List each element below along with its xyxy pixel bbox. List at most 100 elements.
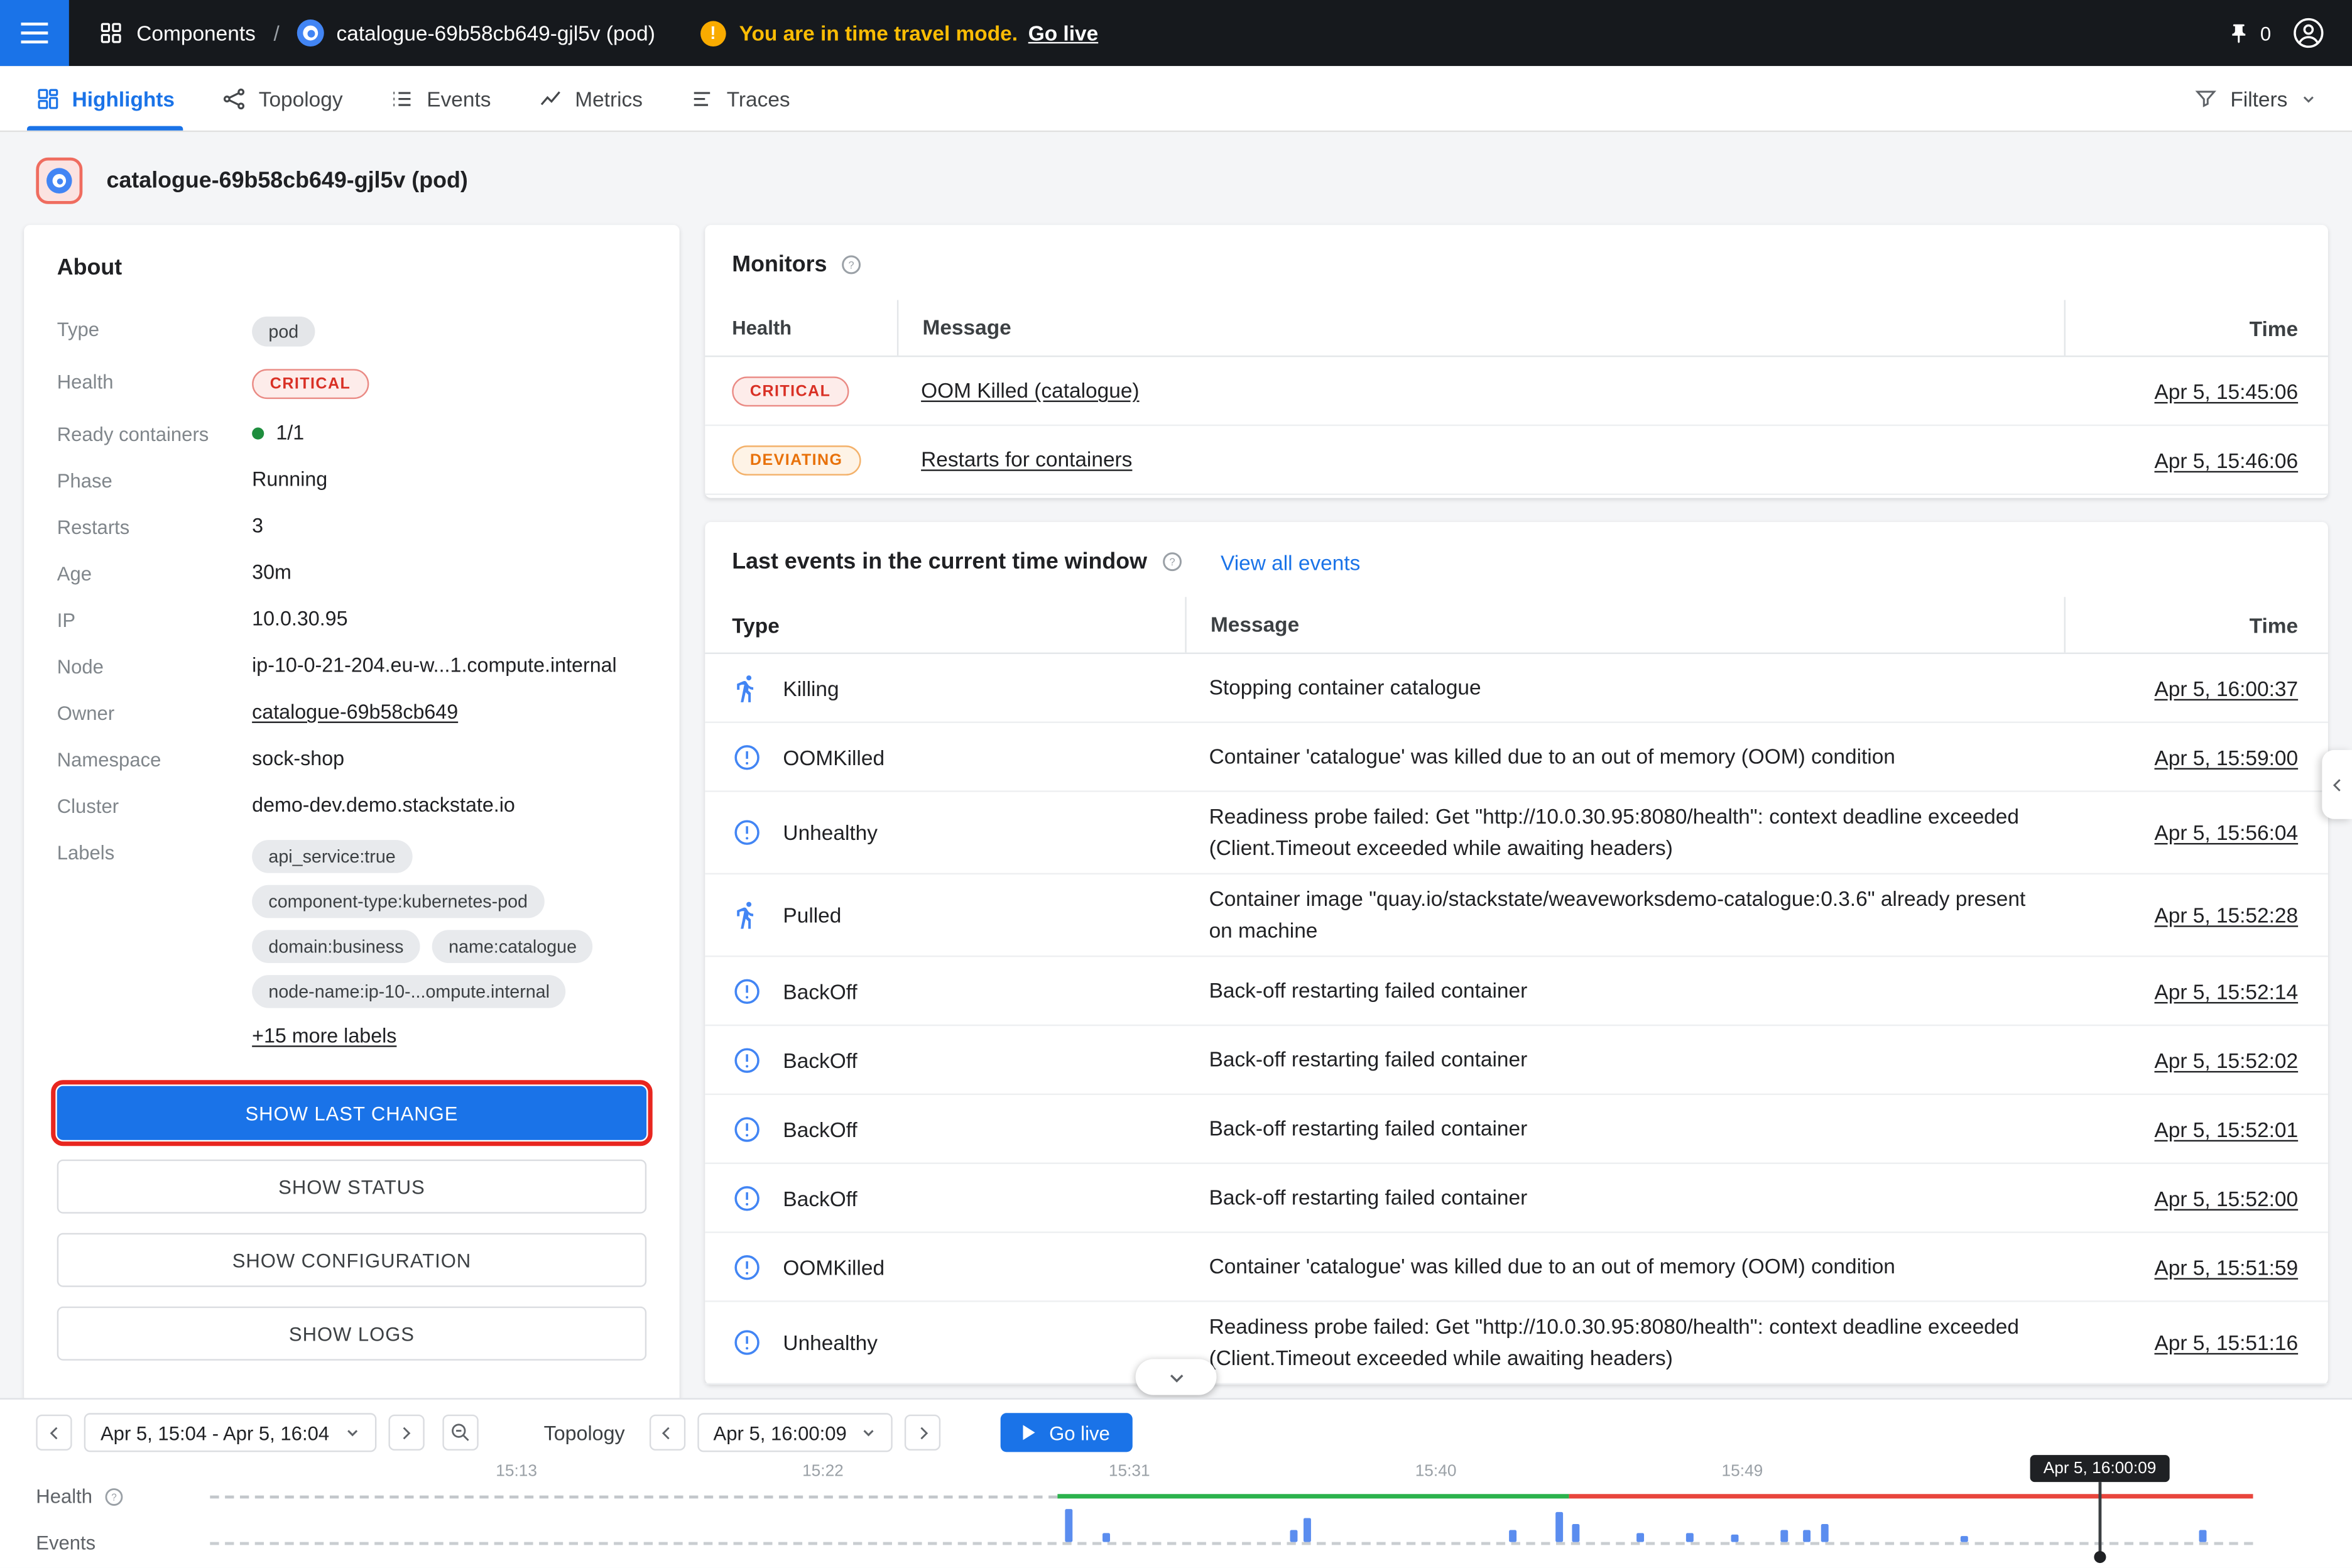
event-type-cell: Unhealthy: [705, 817, 1185, 847]
help-icon[interactable]: ?: [841, 254, 863, 276]
topology-icon: [222, 86, 246, 110]
tab-topology[interactable]: Topology: [199, 66, 367, 131]
event-time-link[interactable]: Apr 5, 15:52:14: [2154, 979, 2298, 1003]
zoom-out-button[interactable]: [442, 1415, 477, 1451]
more-labels-link[interactable]: +15 more labels: [252, 1025, 396, 1047]
monitor-health-cell: DEVIATING: [705, 445, 897, 475]
monitor-time-link[interactable]: Apr 5, 15:45:06: [2154, 379, 2298, 403]
labels-chips: api_service:truecomponent-type:kubernete…: [252, 840, 627, 1008]
event-time-link[interactable]: Apr 5, 15:51:59: [2154, 1255, 2298, 1278]
tab-label: Metrics: [575, 86, 643, 110]
monitors-column-header: Health: [705, 300, 897, 356]
event-time-link[interactable]: Apr 5, 15:52:01: [2154, 1117, 2298, 1141]
field-label: Namespace: [57, 744, 252, 771]
event-bar: [1960, 1536, 1968, 1542]
pod-icon-small: [297, 19, 324, 46]
monitors-column-header: Time: [2064, 300, 2328, 356]
owner-link[interactable]: catalogue-69b58cb649: [252, 700, 458, 723]
alert-icon: [732, 1045, 762, 1075]
health-row-label: Health ?: [36, 1485, 124, 1508]
event-time-link[interactable]: Apr 5, 15:51:16: [2154, 1331, 2298, 1354]
range-next-button[interactable]: [388, 1415, 423, 1451]
events-icon: [391, 86, 415, 110]
event-time-link[interactable]: Apr 5, 15:56:04: [2154, 820, 2298, 844]
about-button-show-logs[interactable]: SHOW LOGS: [57, 1307, 646, 1361]
event-type-cell: OOMKilled: [705, 1252, 1185, 1282]
monitor-message-cell: Restarts for containers: [897, 444, 2064, 476]
help-icon[interactable]: ?: [103, 1486, 124, 1506]
breadcrumb-entity[interactable]: catalogue-69b58cb649-gjl5v (pod): [337, 21, 655, 45]
play-icon: [1024, 1425, 1036, 1440]
alert-icon: [732, 1114, 762, 1144]
avatar[interactable]: [2292, 16, 2326, 50]
tab-events[interactable]: Events: [367, 66, 515, 131]
time-travel-banner: You are in time travel mode. Go live: [700, 20, 1099, 46]
range-prev-button[interactable]: [36, 1415, 72, 1451]
monitor-time-link[interactable]: Apr 5, 15:46:06: [2154, 448, 2298, 472]
tab-traces[interactable]: Traces: [667, 66, 814, 131]
cursor-dot[interactable]: [2094, 1551, 2106, 1563]
topology-time-select[interactable]: Apr 5, 16:00:09: [697, 1413, 893, 1452]
monitor-row: DEVIATING Restarts for containers Apr 5, 1…: [705, 426, 2328, 495]
event-bar: [1290, 1530, 1297, 1542]
label-chip: node-name:ip-10-...ompute.internal: [252, 975, 566, 1008]
event-type-cell: Pulled: [705, 900, 1185, 930]
about-field-row: IP10.0.30.95: [57, 604, 646, 631]
event-bar: [1065, 1509, 1072, 1542]
cards-row: About TypepodHealthCRITICALReady contain…: [0, 225, 2352, 1398]
app: Components / catalogue-69b58cb649-gjl5v …: [0, 0, 2352, 1567]
monitor-message-link[interactable]: OOM Killed (catalogue): [921, 378, 1139, 402]
time-range-select[interactable]: Apr 5, 15:04 - Apr 5, 16:04: [84, 1413, 376, 1452]
help-icon[interactable]: ?: [1160, 550, 1183, 573]
about-button-show-configuration[interactable]: SHOW CONFIGURATION: [57, 1233, 646, 1287]
filters-button[interactable]: Filters: [2194, 66, 2352, 131]
expand-events-button[interactable]: [1136, 1359, 1217, 1395]
tab-metrics[interactable]: Metrics: [515, 66, 667, 131]
tab-label: Highlights: [72, 86, 175, 110]
chevron-down-icon: [2301, 90, 2316, 106]
menu-button[interactable]: [0, 0, 69, 66]
running-icon: [732, 900, 762, 930]
about-button-show-status[interactable]: SHOW STATUS: [57, 1160, 646, 1214]
event-type-label: Unhealthy: [783, 820, 878, 844]
event-bar: [1572, 1524, 1579, 1542]
warning-icon: [700, 20, 726, 46]
axis-tick: 15:40: [1415, 1462, 1457, 1481]
tab-highlights[interactable]: Highlights: [12, 66, 199, 131]
breadcrumb-components[interactable]: Components: [136, 21, 256, 45]
events-rows: KillingStopping container catalogueApr 5…: [705, 654, 2328, 1385]
timeline-controls: Apr 5, 15:04 - Apr 5, 16:04 Topology Apr…: [36, 1413, 1132, 1452]
field-label: Cluster: [57, 790, 252, 817]
event-time-link[interactable]: Apr 5, 15:52:02: [2154, 1048, 2298, 1072]
zoom-out-icon: [449, 1422, 470, 1443]
health-segment-critical: [1569, 1494, 2253, 1498]
event-message: Container 'catalogue' was killed due to …: [1185, 1251, 2064, 1282]
view-all-events-link[interactable]: View all events: [1221, 550, 1360, 574]
events-column-header: Type: [705, 597, 1185, 652]
event-time-link[interactable]: Apr 5, 15:52:00: [2154, 1186, 2298, 1210]
event-type-label: BackOff: [783, 1186, 857, 1210]
about-button-show-last-change[interactable]: SHOW LAST CHANGE: [57, 1086, 646, 1140]
event-time-link[interactable]: Apr 5, 16:00:37: [2154, 676, 2298, 700]
topbar: Components / catalogue-69b58cb649-gjl5v …: [0, 0, 2352, 66]
collapse-panel-button[interactable]: [2322, 750, 2352, 819]
topbar-actions: 0: [2227, 16, 2352, 50]
topology-prev-button[interactable]: [649, 1415, 685, 1451]
event-bar: [1686, 1533, 1694, 1542]
pin-button[interactable]: 0: [2227, 22, 2271, 45]
go-live-button[interactable]: Go live: [1001, 1413, 1133, 1452]
monitor-message-link[interactable]: Restarts for containers: [921, 447, 1132, 471]
go-live-link[interactable]: Go live: [1028, 21, 1098, 45]
field-value: catalogue-69b58cb649: [252, 697, 458, 723]
event-time-link[interactable]: Apr 5, 15:52:28: [2154, 903, 2298, 927]
event-row: PulledContainer image "quay.io/stackstat…: [705, 874, 2328, 957]
topology-next-button[interactable]: [905, 1415, 941, 1451]
about-field-row: Typepod: [57, 313, 646, 347]
field-value: pod: [252, 313, 315, 347]
cursor-line[interactable]: [2098, 1482, 2101, 1557]
event-time-link[interactable]: Apr 5, 15:59:00: [2154, 745, 2298, 769]
event-type-cell: BackOff: [705, 1183, 1185, 1213]
label-chip: component-type:kubernetes-pod: [252, 885, 544, 918]
highlights-icon: [36, 86, 60, 110]
topology-label: Topology: [544, 1421, 625, 1444]
